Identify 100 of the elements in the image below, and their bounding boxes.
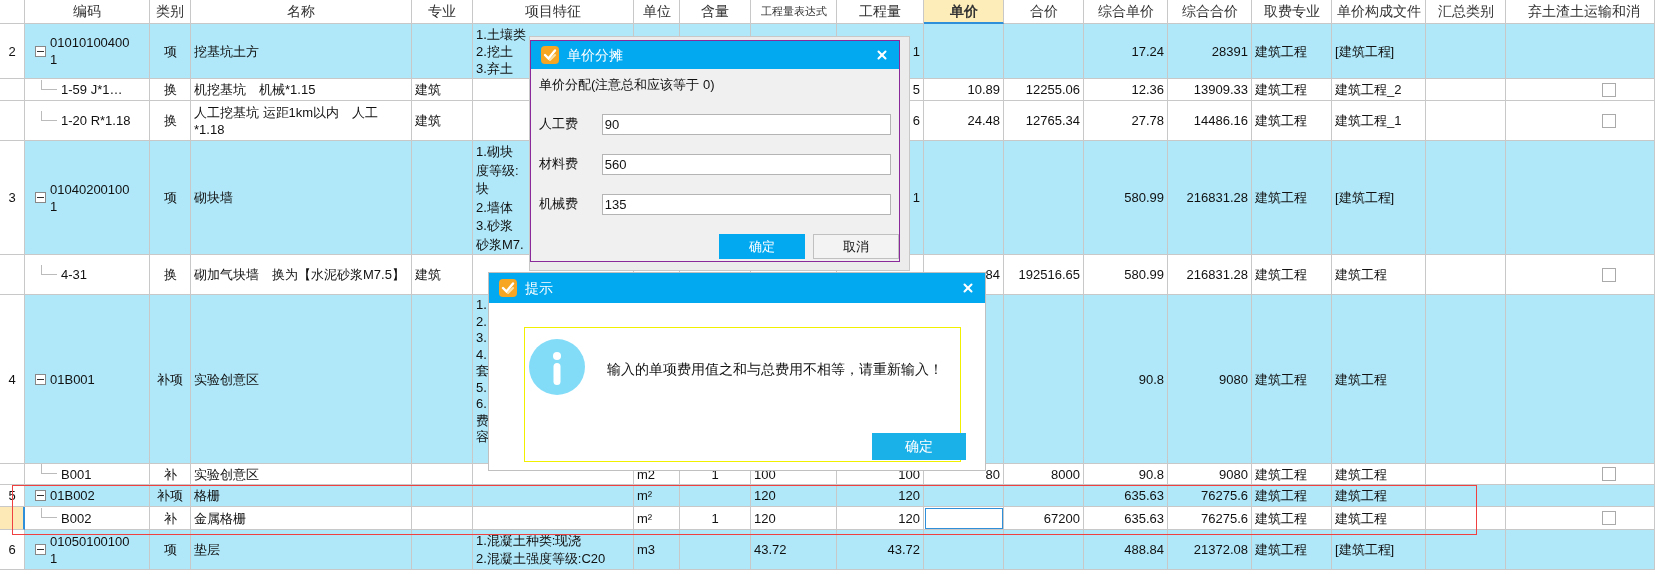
table-cell: 1.混凝土种类:现浇 2.混凝土强度等级:C20 xyxy=(473,530,634,570)
table-cell: 项 xyxy=(150,24,191,79)
cancel-button[interactable]: 取消 xyxy=(813,234,899,259)
table-cell: 砌加气块墙 换为【水泥砂浆M7.5】 xyxy=(191,255,412,295)
table-cell xyxy=(680,530,751,570)
table-cell: 76275.6 xyxy=(1168,485,1252,507)
column-header[interactable]: 工程量 xyxy=(837,0,924,24)
table-cell: [建筑工程] xyxy=(1332,141,1426,255)
info-icon xyxy=(529,339,585,395)
table-cell: 14486.16 xyxy=(1168,101,1252,141)
input-field[interactable]: 90 xyxy=(601,113,891,135)
column-header[interactable]: 项目特征 xyxy=(473,0,634,24)
column-header[interactable]: 工程量表达式 xyxy=(751,0,837,24)
table-cell: 216831.28 xyxy=(1168,141,1252,255)
table-cell: 12765.34 xyxy=(1004,101,1084,141)
table-cell: 1-59 J*1… xyxy=(61,81,123,98)
table-cell: 43.72 xyxy=(751,530,837,570)
row-number: 4 xyxy=(0,295,25,464)
checkbox[interactable] xyxy=(1602,113,1616,128)
collapse-icon[interactable] xyxy=(35,373,46,385)
table-cell-text: 010501001001 xyxy=(50,532,131,567)
table-cell: 24.48 xyxy=(924,101,1004,141)
table-cell: 项 xyxy=(150,141,191,255)
table-cell: [建筑工程] xyxy=(1332,530,1426,570)
input-field[interactable]: 560 xyxy=(601,153,891,175)
table-cell: 金属格栅 xyxy=(191,507,412,530)
row-number: 3 xyxy=(0,141,25,255)
table-cell: 9080 xyxy=(1168,464,1252,485)
column-header[interactable]: 综合单价 xyxy=(1084,0,1168,24)
table-cell: 12.36 xyxy=(1084,79,1168,101)
table-cell: 488.84 xyxy=(1084,530,1168,570)
table-cell: 9080 xyxy=(1168,295,1252,464)
table-cell: [建筑工程] xyxy=(1332,24,1426,79)
column-header[interactable]: 类别 xyxy=(150,0,191,24)
checkbox[interactable] xyxy=(1602,82,1616,97)
column-header[interactable]: 名称 xyxy=(191,0,412,24)
checkbox[interactable] xyxy=(1602,511,1616,525)
table-cell: 43.72 xyxy=(837,530,924,570)
table-cell: 4-31 xyxy=(61,266,88,283)
table-cell: 580.99 xyxy=(1084,255,1168,295)
collapse-icon[interactable] xyxy=(35,490,46,501)
input-field[interactable]: 135 xyxy=(601,193,891,215)
collapse-icon[interactable] xyxy=(35,45,46,57)
close-icon[interactable] xyxy=(961,281,975,295)
table-cell: 建筑工程 xyxy=(1332,464,1426,485)
app-logo-icon xyxy=(499,279,517,297)
column-header[interactable]: 单价 xyxy=(924,0,1004,24)
table-cell: 人工挖基坑 运距1km以内 人工*1.18 xyxy=(191,101,412,141)
app-logo-icon xyxy=(541,46,559,64)
table-cell: 67200 xyxy=(1004,507,1084,530)
table-cell: B002 xyxy=(61,509,92,527)
table-cell: 建筑工程 xyxy=(1252,295,1332,464)
table-cell: m3 xyxy=(634,530,680,570)
column-header[interactable]: 含量 xyxy=(680,0,751,24)
checkbox[interactable] xyxy=(1602,467,1616,481)
row-number: 2 xyxy=(0,24,25,79)
dialog-title: 提示 xyxy=(525,278,553,298)
table-cell: 实验创意区 xyxy=(191,295,412,464)
checkbox[interactable] xyxy=(1602,267,1616,282)
column-header[interactable]: 取费专业 xyxy=(1252,0,1332,24)
column-header[interactable]: 单位 xyxy=(634,0,680,24)
table-cell: 17.24 xyxy=(1084,24,1168,79)
table-cell: 120 xyxy=(837,507,924,530)
dialog-title: 单价分摊 xyxy=(567,45,623,65)
column-header[interactable]: 弃土渣土运输和消 xyxy=(1506,0,1655,24)
table-cell: 1-20 R*1.18 xyxy=(61,112,131,129)
table-cell: 补 xyxy=(150,464,191,485)
table-cell: 13909.33 xyxy=(1168,79,1252,101)
table-cell xyxy=(412,530,473,570)
column-header[interactable]: 合价 xyxy=(1004,0,1084,24)
table-cell: 换 xyxy=(150,101,191,141)
table-cell: 120 xyxy=(751,507,837,530)
table-cell: 216831.28 xyxy=(1168,255,1252,295)
table-cell: 建筑工程 xyxy=(1252,141,1332,255)
table-cell: 格栅 xyxy=(191,485,412,507)
collapse-icon[interactable] xyxy=(35,192,46,203)
column-header[interactable]: 专业 xyxy=(412,0,473,24)
column-header[interactable]: 汇总类别 xyxy=(1426,0,1506,24)
column-header[interactable]: 综合合价 xyxy=(1168,0,1252,24)
table-cell xyxy=(412,24,473,79)
table-cell: 建筑工程 xyxy=(1332,295,1426,464)
column-header[interactable]: 单价构成文件 xyxy=(1332,0,1426,24)
collapse-icon[interactable] xyxy=(35,544,46,555)
table-cell: 砌块墙 xyxy=(191,141,412,255)
table-cell: 建筑工程 xyxy=(1252,507,1332,530)
table-cell: 建筑 xyxy=(412,79,473,101)
table-cell: 10.89 xyxy=(924,79,1004,101)
table-cell: 建筑工程 xyxy=(1332,255,1426,295)
table-cell: 建筑工程 xyxy=(1252,24,1332,79)
table-cell: 建筑工程 xyxy=(1252,530,1332,570)
close-icon[interactable] xyxy=(875,48,889,62)
table-cell: 01B002 xyxy=(50,487,95,504)
selected-cell[interactable] xyxy=(924,507,1004,530)
column-header[interactable]: 编码 xyxy=(25,0,150,24)
table-cell: 垫层 xyxy=(191,530,412,570)
table-cell: 90.8 xyxy=(1084,464,1168,485)
table-cell: 建筑工程 xyxy=(1252,255,1332,295)
table-cell: m² xyxy=(634,485,680,507)
field-label: 材料费 xyxy=(539,155,579,174)
table-cell: 换 xyxy=(150,255,191,295)
